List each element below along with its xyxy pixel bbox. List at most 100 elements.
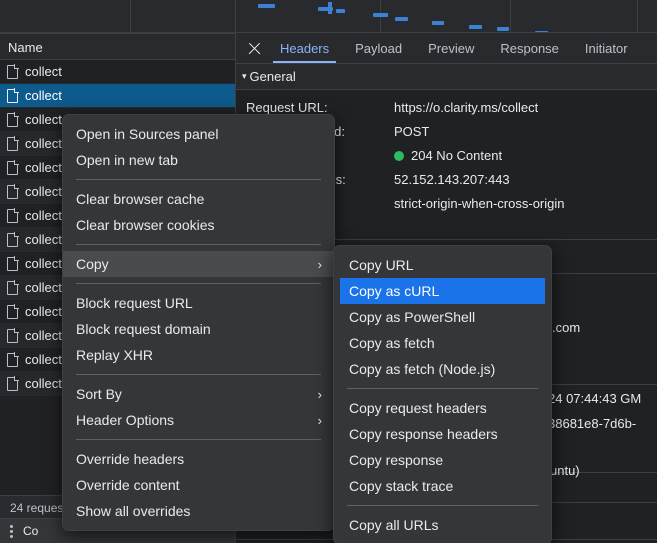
menu-item[interactable]: Override headers — [63, 446, 334, 472]
menu-item[interactable]: Open in Sources panel — [63, 121, 334, 147]
menu-separator — [347, 388, 538, 389]
menu-item-label: Copy response headers — [349, 426, 498, 442]
request-row-label: collect — [25, 328, 62, 343]
menu-item[interactable]: Copy as cURL — [340, 278, 545, 304]
request-row-label: collect — [25, 208, 62, 223]
header-value: 52.152.143.207:443 — [394, 171, 510, 187]
tab-initiator[interactable]: Initiator — [572, 33, 641, 63]
general-section-header[interactable]: ▾ General — [236, 64, 657, 90]
menu-item-label: Show all overrides — [76, 503, 191, 519]
file-icon — [7, 231, 19, 247]
waterfall-bar[interactable] — [258, 4, 275, 8]
waterfall-marker — [328, 2, 332, 14]
menu-item[interactable]: Block request URL — [63, 290, 334, 316]
menu-item-label: Copy as fetch (Node.js) — [349, 361, 496, 377]
menu-item[interactable]: Copy as PowerShell — [334, 304, 551, 330]
waterfall-gridline — [637, 0, 638, 32]
menu-item-label: Copy as cURL — [349, 283, 440, 299]
details-tabs[interactable]: Headers Payload Preview Response Initiator — [267, 33, 641, 63]
header-value: strict-origin-when-cross-origin — [394, 195, 565, 211]
menu-item-label: Copy URL — [349, 257, 414, 273]
menu-item-label: Copy all URLs — [349, 517, 439, 533]
request-context-menu[interactable]: Open in Sources panel Open in new tab Clea… — [62, 114, 335, 531]
header-value-fragment: .com — [552, 320, 581, 335]
request-row[interactable]: collect — [0, 84, 235, 108]
menu-item-label: Copy response — [349, 452, 444, 468]
waterfall-bar[interactable] — [469, 25, 482, 29]
file-icon — [7, 375, 19, 391]
menu-separator — [76, 244, 321, 245]
menu-separator — [76, 179, 321, 180]
waterfall-bar[interactable] — [336, 9, 345, 13]
menu-item[interactable]: Show all overrides — [63, 498, 334, 524]
drawer-tab-console[interactable]: Co — [23, 524, 38, 538]
waterfall-bar[interactable] — [395, 17, 408, 21]
menu-item[interactable]: Override content — [63, 472, 334, 498]
menu-item[interactable]: Open in new tab — [63, 147, 334, 173]
file-icon — [7, 159, 19, 175]
menu-item[interactable]: Replay XHR — [63, 342, 334, 368]
tab-response[interactable]: Response — [487, 33, 572, 63]
request-row-label: collect — [25, 280, 62, 295]
menu-item-label: Header Options — [76, 412, 175, 428]
menu-item-label: Block request domain — [76, 321, 211, 337]
menu-item-label: Clear browser cache — [76, 191, 205, 207]
menu-item[interactable]: Clear browser cache — [63, 186, 334, 212]
menu-item[interactable]: Copy › — [63, 251, 334, 277]
menu-separator — [76, 374, 321, 375]
request-row-label: collect — [25, 304, 62, 319]
copy-submenu[interactable]: Copy URL Copy as cURL Copy as PowerShell Co… — [333, 245, 552, 543]
file-icon — [7, 135, 19, 151]
tab-payload[interactable]: Payload — [342, 33, 415, 63]
header-value-fragment: 38681e8-7d6b- — [548, 416, 637, 431]
request-row-label: collect — [25, 136, 62, 151]
request-row-label: collect — [25, 64, 62, 79]
waterfall-gridline — [235, 0, 236, 32]
menu-item-label: Override headers — [76, 451, 185, 467]
chevron-right-icon: › — [317, 386, 322, 402]
menu-item-label: Copy as PowerShell — [349, 309, 476, 325]
menu-item[interactable]: Copy as fetch (Node.js) — [334, 356, 551, 382]
column-header-name[interactable]: Name — [0, 33, 235, 60]
menu-item[interactable]: Clear browser cookies — [63, 212, 334, 238]
file-icon — [7, 351, 19, 367]
menu-item[interactable]: Sort By › — [63, 381, 334, 407]
request-row-label: collect — [25, 232, 62, 247]
tab-headers[interactable]: Headers — [267, 33, 342, 63]
tab-preview[interactable]: Preview — [415, 33, 487, 63]
menu-item-label: Open in Sources panel — [76, 126, 219, 142]
waterfall-bar[interactable] — [373, 13, 388, 17]
menu-item-label: Open in new tab — [76, 152, 178, 168]
request-row[interactable]: collect — [0, 60, 235, 84]
file-icon — [7, 87, 19, 103]
menu-item[interactable]: Copy response headers — [334, 421, 551, 447]
menu-separator — [76, 439, 321, 440]
request-row-label: collect — [25, 112, 62, 127]
menu-item[interactable]: Copy request headers — [334, 395, 551, 421]
close-details-button[interactable] — [244, 33, 267, 63]
menu-item-label: Replay XHR — [76, 347, 154, 363]
menu-item[interactable]: Copy stack trace — [334, 473, 551, 499]
menu-item[interactable]: Copy all URLs — [334, 512, 551, 538]
menu-item[interactable]: Header Options › — [63, 407, 334, 433]
menu-item[interactable]: Copy URL — [334, 252, 551, 278]
menu-item-label: Copy as fetch — [349, 335, 435, 351]
general-section-title: General — [249, 69, 296, 84]
file-icon — [7, 303, 19, 319]
request-row-label: collect — [25, 256, 62, 271]
chevron-right-icon: › — [317, 412, 322, 428]
header-value: POST — [394, 123, 430, 139]
menu-item-label: Clear browser cookies — [76, 217, 215, 233]
more-options-icon[interactable] — [10, 524, 13, 538]
details-tabbar: Headers Payload Preview Response Initiator — [236, 33, 657, 64]
menu-item-label: Copy request headers — [349, 400, 487, 416]
menu-separator — [76, 283, 321, 284]
menu-item[interactable]: Copy response — [334, 447, 551, 473]
file-icon — [7, 207, 19, 223]
menu-item[interactable]: Block request domain — [63, 316, 334, 342]
chevron-right-icon: › — [317, 256, 322, 272]
waterfall-bar[interactable] — [432, 21, 444, 25]
header-key: Request URL: — [246, 99, 328, 115]
waterfall-bar[interactable] — [497, 27, 509, 31]
menu-item[interactable]: Copy as fetch — [334, 330, 551, 356]
